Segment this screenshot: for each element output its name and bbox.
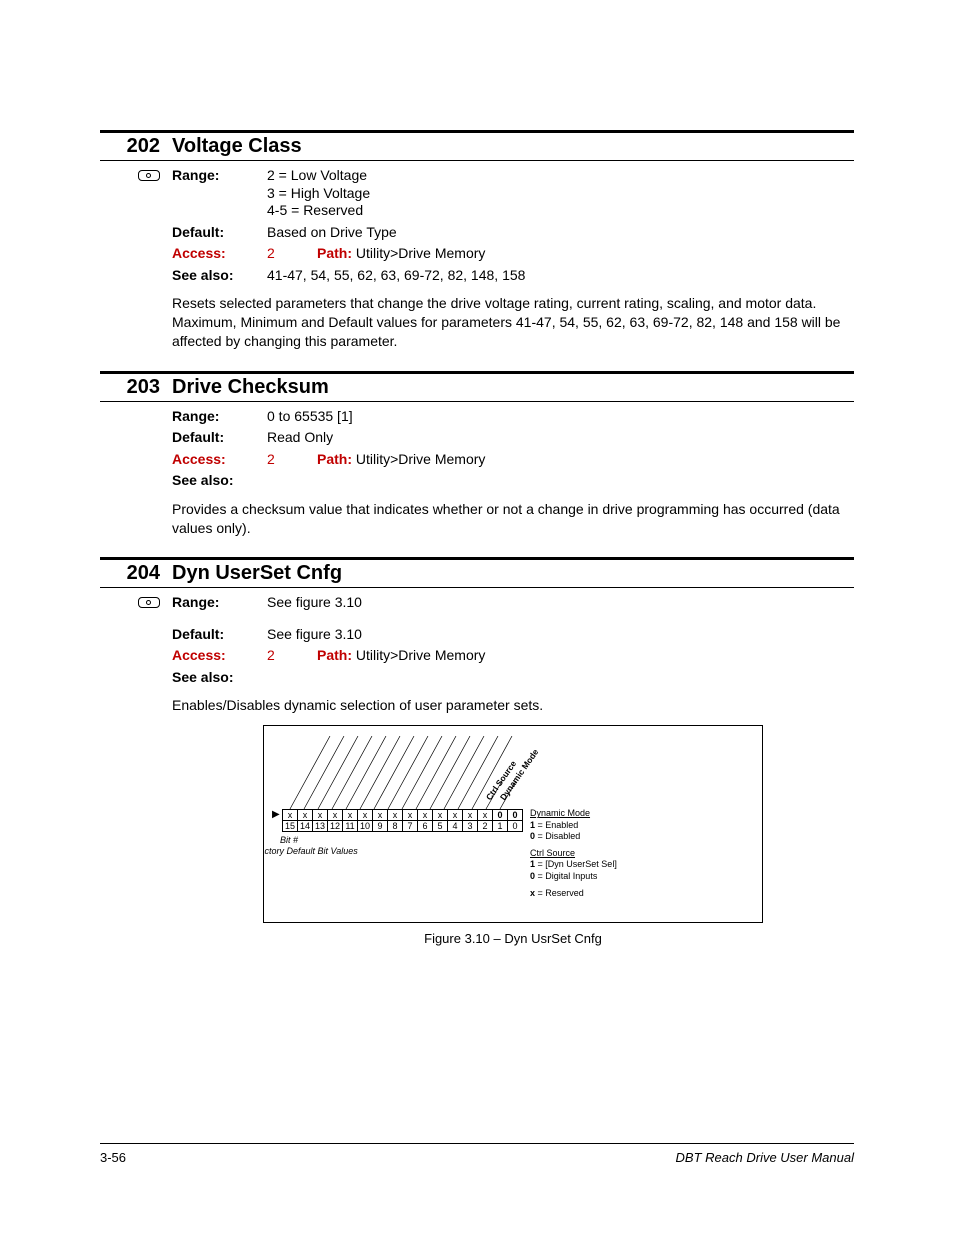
default-label: Default: (172, 626, 267, 644)
path-label: Path: (317, 451, 352, 467)
gutter (100, 167, 172, 351)
access-label: Access: (172, 451, 267, 469)
section-rule (100, 557, 854, 560)
default-value: Read Only (267, 429, 854, 447)
path: Path: Utility>Drive Memory (317, 245, 485, 263)
param-description: Enables/Disables dynamic selection of us… (172, 696, 854, 715)
range-value: 0 to 65535 [1] (267, 408, 854, 426)
see-also-label: See also: (172, 267, 267, 285)
legend-block: Ctrl Source 1 = [Dyn UserSet Sel] 0 = Di… (530, 848, 617, 882)
see-also-label: See also: (172, 669, 267, 687)
param-header: 203 Drive Checksum (100, 376, 854, 402)
default-label: Default: (172, 429, 267, 447)
default-label: Default: (172, 224, 267, 242)
param-content: Range: See figure 3.10 Default: See figu… (172, 594, 854, 946)
param-title: Voltage Class (172, 135, 302, 158)
access-value: 2 (267, 245, 317, 263)
param-description: Resets selected parameters that change t… (172, 294, 854, 351)
section-rule (100, 371, 854, 374)
gutter (100, 594, 172, 946)
manual-title: DBT Reach Drive User Manual (676, 1150, 854, 1165)
legend-block: x = Reserved (530, 888, 617, 899)
path-value: Utility>Drive Memory (356, 647, 486, 663)
path: Path: Utility>Drive Memory (317, 647, 485, 665)
access-label: Access: (172, 647, 267, 665)
figure-3-10: x x x x x x x x x x x x x (263, 725, 763, 923)
page-number: 3-56 (100, 1150, 126, 1165)
param-number: 202 (100, 135, 172, 158)
param-description: Provides a checksum value that indicates… (172, 500, 854, 538)
see-also-value (267, 472, 854, 490)
page-footer: 3-56 DBT Reach Drive User Manual (100, 1143, 854, 1165)
page: 202 Voltage Class Range: 2 = Low Voltage… (0, 0, 954, 1235)
see-also-label: See also: (172, 472, 267, 490)
param-header: 202 Voltage Class (100, 135, 854, 161)
path-label: Path: (317, 245, 352, 261)
param-204: 204 Dyn UserSet Cnfg Range: See figure 3… (100, 557, 854, 946)
section-rule (100, 130, 854, 133)
path-label: Path: (317, 647, 352, 663)
range-label: Range: (172, 594, 267, 612)
access-value: 2 (267, 647, 317, 665)
gutter (100, 408, 172, 538)
range-label: Range: (172, 408, 267, 426)
bit-table: x x x x x x x x x x x x x (282, 809, 523, 832)
range-value: 2 = Low Voltage 3 = High Voltage 4-5 = R… (267, 167, 854, 220)
indicator-icon (138, 597, 160, 608)
param-title: Dyn UserSet Cnfg (172, 562, 342, 585)
path-value: Utility>Drive Memory (356, 245, 486, 261)
range-label: Range: (172, 167, 267, 220)
param-header: 204 Dyn UserSet Cnfg (100, 562, 854, 588)
bit-numbers-row: 15 14 13 12 11 10 9 8 7 6 5 4 3 (283, 821, 523, 832)
path-value: Utility>Drive Memory (356, 451, 486, 467)
param-202: 202 Voltage Class Range: 2 = Low Voltage… (100, 130, 854, 351)
access-value: 2 (267, 451, 317, 469)
indicator-icon (138, 170, 160, 181)
legend-block: Dynamic Mode 1 = Enabled 0 = Disabled (530, 808, 617, 842)
bit-values-row: x x x x x x x x x x x x x (283, 810, 523, 821)
see-also-value (267, 669, 854, 687)
default-value: See figure 3.10 (267, 626, 854, 644)
bit-hash-label: Bit # (280, 835, 298, 845)
param-content: Range: 0 to 65535 [1] Default: Read Only… (172, 408, 854, 538)
param-203: 203 Drive Checksum Range: 0 to 65535 [1]… (100, 371, 854, 538)
param-content: Range: 2 = Low Voltage 3 = High Voltage … (172, 167, 854, 351)
see-also-value: 41-47, 54, 55, 62, 63, 69-72, 82, 148, 1… (267, 267, 854, 285)
range-value: See figure 3.10 (267, 594, 854, 612)
default-value: Based on Drive Type (267, 224, 854, 242)
arrow-icon: ▶ (272, 810, 280, 820)
param-title: Drive Checksum (172, 376, 329, 399)
legend: Dynamic Mode 1 = Enabled 0 = Disabled Ct… (530, 808, 617, 905)
figure-caption: Figure 3.10 – Dyn UsrSet Cnfg (172, 931, 854, 946)
access-label: Access: (172, 245, 267, 263)
factory-default-label: Factory Default Bit Values (263, 846, 358, 856)
path: Path: Utility>Drive Memory (317, 451, 485, 469)
param-number: 203 (100, 376, 172, 399)
param-number: 204 (100, 562, 172, 585)
